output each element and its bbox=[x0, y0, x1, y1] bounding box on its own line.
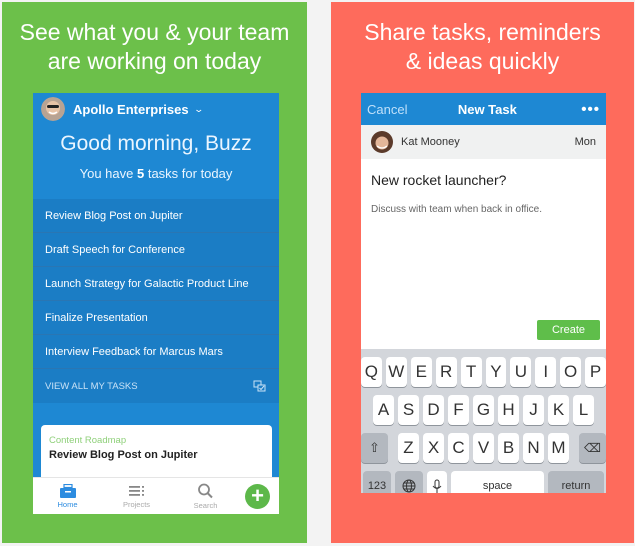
globe-key[interactable] bbox=[395, 471, 423, 493]
key-t[interactable]: T bbox=[460, 357, 482, 387]
key-b[interactable]: B bbox=[498, 433, 519, 463]
shift-icon: ⇧ bbox=[369, 440, 380, 455]
microphone-icon bbox=[432, 479, 442, 493]
key-x[interactable]: X bbox=[423, 433, 444, 463]
add-task-button[interactable]: + bbox=[245, 483, 270, 509]
task-description-input[interactable]: Discuss with team when back in office. bbox=[361, 188, 606, 215]
key-k[interactable]: K bbox=[548, 395, 569, 425]
due-date[interactable]: Mon bbox=[575, 136, 596, 148]
task-card[interactable]: Content Roadmap Review Blog Post on Jupi… bbox=[41, 425, 272, 485]
task-item[interactable]: Review Blog Post on Jupiter bbox=[33, 199, 279, 233]
delete-key[interactable]: ⌫ bbox=[579, 433, 606, 463]
key-i[interactable]: I bbox=[535, 357, 557, 387]
checklist-icon bbox=[253, 380, 266, 392]
nav-bar: Cancel New Task ••• bbox=[361, 93, 606, 125]
key-l[interactable]: L bbox=[573, 395, 594, 425]
tab-home[interactable]: Home bbox=[33, 483, 102, 509]
task-item[interactable]: Launch Strategy for Galactic Product Lin… bbox=[33, 267, 279, 301]
left-promo-panel: See what you & your team are working on … bbox=[2, 2, 307, 543]
plus-icon: + bbox=[251, 483, 264, 508]
key-g[interactable]: G bbox=[473, 395, 494, 425]
card-title: Review Blog Post on Jupiter bbox=[49, 449, 198, 461]
space-key[interactable]: space bbox=[451, 471, 544, 493]
key-w[interactable]: W bbox=[385, 357, 407, 387]
left-headline: See what you & your team are working on … bbox=[19, 19, 290, 74]
view-all-tasks-link[interactable]: VIEW ALL MY TASKS bbox=[33, 369, 279, 403]
more-options-icon[interactable]: ••• bbox=[581, 101, 600, 118]
backspace-icon: ⌫ bbox=[584, 441, 601, 455]
tab-search[interactable]: Search bbox=[171, 483, 240, 510]
chevron-down-icon: ⌄ bbox=[193, 103, 204, 114]
key-c[interactable]: C bbox=[448, 433, 469, 463]
org-switcher[interactable]: Apollo Enterprises ⌄ bbox=[41, 97, 204, 121]
key-v[interactable]: V bbox=[473, 433, 494, 463]
task-item[interactable]: Interview Feedback for Marcus Mars bbox=[33, 335, 279, 369]
key-a[interactable]: A bbox=[373, 395, 394, 425]
task-list: Review Blog Post on Jupiter Draft Speech… bbox=[33, 199, 279, 403]
assignee-row[interactable]: Kat Mooney Mon bbox=[361, 125, 606, 159]
key-h[interactable]: H bbox=[498, 395, 519, 425]
task-item[interactable]: Draft Speech for Conference bbox=[33, 233, 279, 267]
key-e[interactable]: E bbox=[410, 357, 432, 387]
right-headline: Share tasks, reminders & ideas quickly bbox=[364, 19, 601, 74]
assignee-name: Kat Mooney bbox=[401, 136, 460, 148]
dictation-key[interactable] bbox=[427, 471, 447, 493]
create-button[interactable]: Create bbox=[537, 320, 600, 340]
cancel-button[interactable]: Cancel bbox=[367, 102, 407, 117]
return-key[interactable]: return bbox=[548, 471, 604, 493]
org-name: Apollo Enterprises bbox=[73, 101, 189, 117]
shift-key[interactable]: ⇧ bbox=[361, 433, 388, 463]
key-z[interactable]: Z bbox=[398, 433, 419, 463]
key-s[interactable]: S bbox=[398, 395, 419, 425]
tab-bar: Home Projects Search + bbox=[33, 477, 279, 514]
assignee-avatar bbox=[371, 131, 393, 153]
key-m[interactable]: M bbox=[548, 433, 569, 463]
user-avatar bbox=[41, 97, 65, 121]
list-icon bbox=[128, 485, 144, 496]
key-y[interactable]: Y bbox=[485, 357, 507, 387]
greeting: Good morning, Buzz bbox=[60, 132, 252, 155]
task-title-input[interactable]: New rocket launcher? bbox=[361, 159, 606, 188]
view-all-label: VIEW ALL MY TASKS bbox=[45, 380, 138, 392]
task-item[interactable]: Finalize Presentation bbox=[33, 301, 279, 335]
key-d[interactable]: D bbox=[423, 395, 444, 425]
search-icon bbox=[197, 483, 213, 498]
key-u[interactable]: U bbox=[510, 357, 532, 387]
tasks-summary: You have 5 tasks for today bbox=[79, 166, 233, 181]
key-n[interactable]: N bbox=[523, 433, 544, 463]
tab-projects[interactable]: Projects bbox=[102, 484, 171, 509]
globe-icon bbox=[402, 479, 416, 493]
key-f[interactable]: F bbox=[448, 395, 469, 425]
key-q[interactable]: Q bbox=[361, 357, 382, 387]
screen-title: New Task bbox=[457, 101, 517, 117]
numbers-key[interactable]: 123 bbox=[363, 471, 391, 493]
key-j[interactable]: J bbox=[523, 395, 544, 425]
key-p[interactable]: P bbox=[585, 357, 606, 387]
new-task-screen: Cancel New Task ••• Kat Mooney Mon New r… bbox=[361, 93, 606, 493]
key-r[interactable]: R bbox=[435, 357, 457, 387]
right-promo-panel: Share tasks, reminders & ideas quickly C… bbox=[331, 2, 634, 543]
toolbox-icon bbox=[59, 483, 76, 498]
key-o[interactable]: O bbox=[560, 357, 582, 387]
home-screen: Apollo Enterprises ⌄ Good morning, Buzz … bbox=[33, 93, 279, 514]
keyboard: QWERTYUIOP ASDFGHJKL ⇧ ZXCVBNM ⌫ 123 spa… bbox=[361, 349, 606, 493]
card-project: Content Roadmap bbox=[49, 435, 127, 446]
